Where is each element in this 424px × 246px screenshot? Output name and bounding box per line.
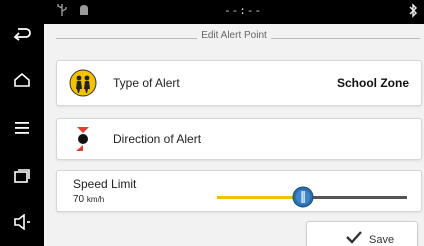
save-button-label: Save [369,234,395,246]
speed-limit-row: Speed Limit 70 km/h [56,170,422,212]
back-button[interactable] [0,14,44,54]
school-zone-icon [69,69,97,97]
speed-limit-label: Speed Limit [73,177,137,191]
menu-button[interactable] [0,108,44,148]
slider-thumb[interactable] [292,186,314,208]
speed-limit-unit: km/h [86,195,105,204]
home-icon [14,72,30,87]
volume-button[interactable] [0,202,44,242]
speed-limit-value: 70 [73,194,85,205]
direction-icon [76,127,89,151]
bluetooth-icon [409,3,418,18]
direction-of-alert-label: Direction of Alert [113,132,202,146]
home-button[interactable] [0,60,44,100]
type-of-alert-label: Type of Alert [113,76,180,90]
status-bar: --:-- [44,0,424,24]
android-debug-icon [80,5,88,15]
page-title: Edit Alert Point [197,30,271,41]
status-clock: --:-- [224,4,263,17]
save-button[interactable]: Save [306,221,418,246]
type-of-alert-value: School Zone [337,76,409,90]
sidebar [0,0,44,246]
edit-alert-panel: Edit Alert Point Type of Alert School Zo… [44,24,424,246]
type-of-alert-row[interactable]: Type of Alert School Zone [56,60,422,106]
menu-icon [15,122,29,134]
slider-track-filled [217,196,303,199]
recent-apps-button[interactable] [0,156,44,196]
speed-limit-readout: 70 km/h [73,194,104,205]
slider-track-empty [303,196,407,199]
page-header: Edit Alert Point [44,30,424,46]
back-arrow-icon [13,28,31,41]
usb-icon [57,4,67,16]
recent-apps-icon [14,169,30,183]
direction-of-alert-row[interactable]: Direction of Alert [56,118,422,160]
checkmark-icon [346,231,362,244]
speaker-icon [14,214,30,230]
speed-slider[interactable] [217,171,407,211]
